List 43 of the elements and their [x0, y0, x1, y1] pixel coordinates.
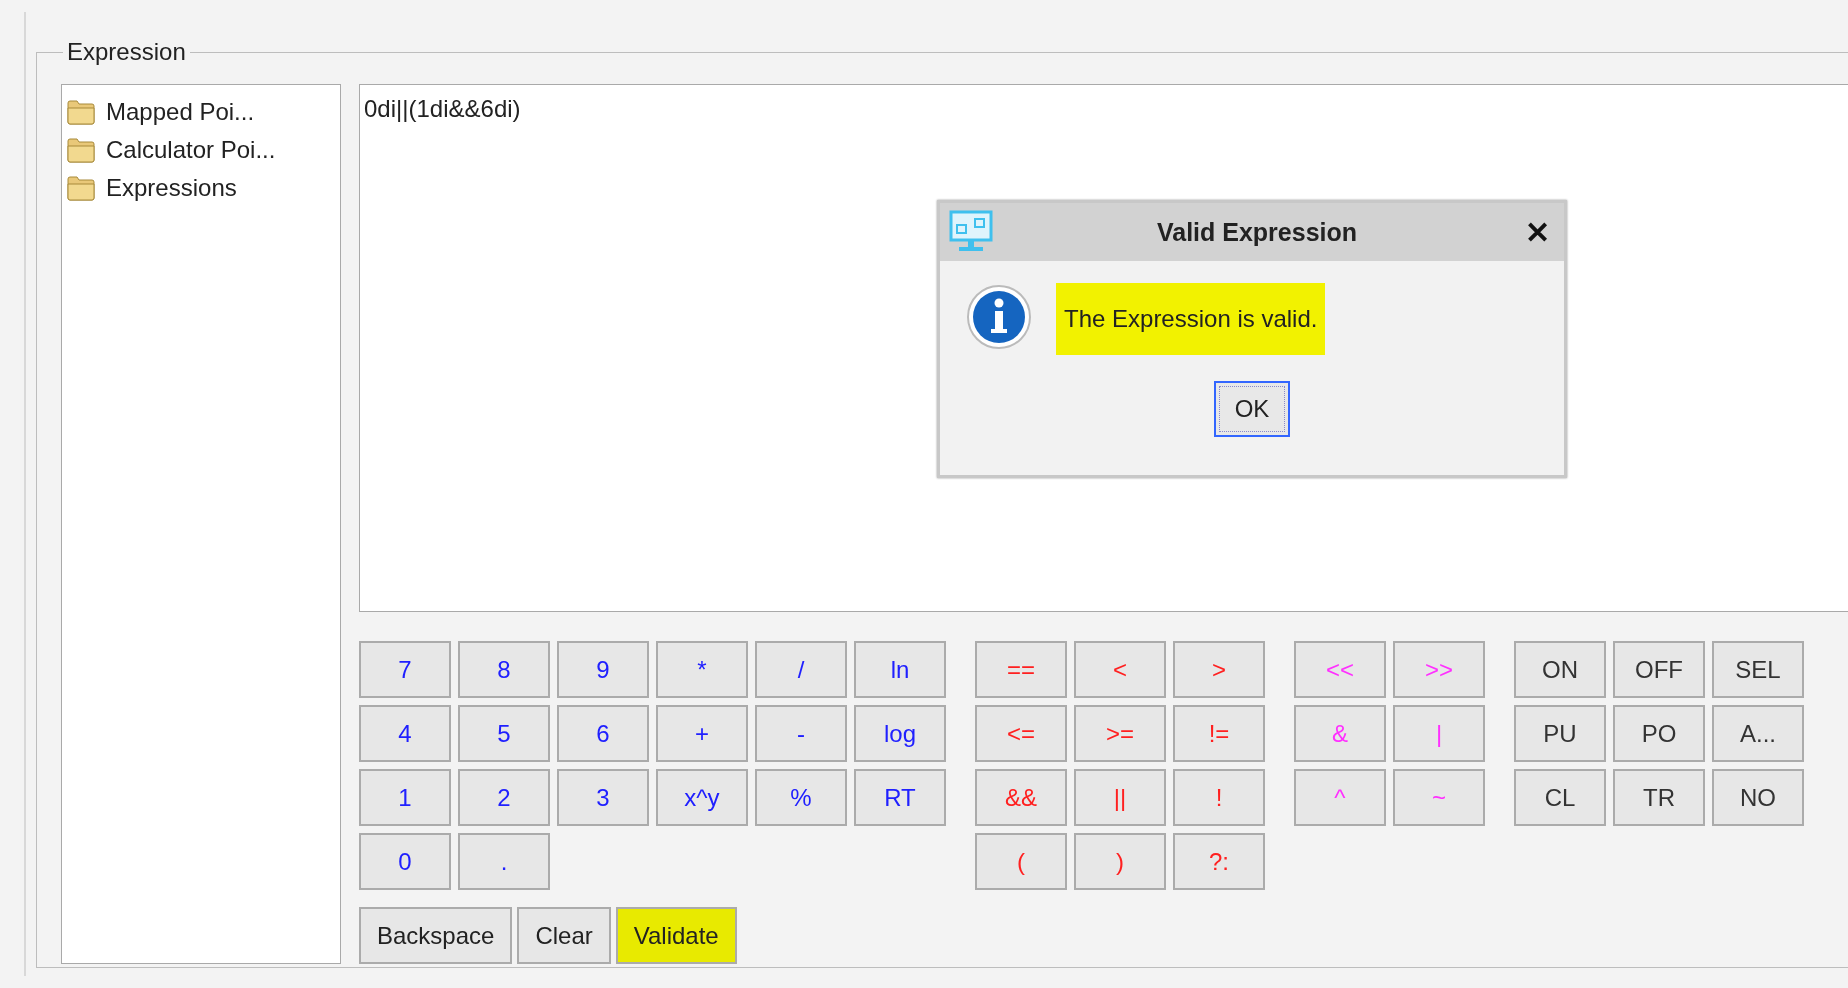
tree-item[interactable]: Mapped Poi... [106, 98, 255, 126]
key-button[interactable]: 0 [359, 833, 451, 890]
key-button[interactable]: A... [1712, 705, 1804, 762]
key-button[interactable]: 2 [458, 769, 550, 826]
group-title: Expression [66, 38, 187, 66]
key-button[interactable]: TR [1613, 769, 1705, 826]
key-button[interactable]: 6 [557, 705, 649, 762]
key-button[interactable]: CL [1514, 769, 1606, 826]
key-button[interactable]: PO [1613, 705, 1705, 762]
key-button[interactable]: NO [1712, 769, 1804, 826]
key-button[interactable]: * [656, 641, 748, 698]
key-button[interactable]: log [854, 705, 946, 762]
key-button[interactable]: 9 [557, 641, 649, 698]
key-button[interactable]: 8 [458, 641, 550, 698]
action-button[interactable]: Backspace [359, 907, 513, 964]
key-button[interactable]: PU [1514, 705, 1606, 762]
action-button[interactable]: Validate [615, 907, 737, 964]
key-button[interactable]: ln [854, 641, 946, 698]
close-icon[interactable]: ✕ [1520, 214, 1554, 250]
folder-icon [66, 137, 96, 163]
ok-button[interactable]: OK [1214, 381, 1290, 437]
key-button[interactable]: 7 [359, 641, 451, 698]
tree-item[interactable]: Calculator Poi... [106, 136, 276, 164]
key-button[interactable]: OFF [1613, 641, 1705, 698]
key-button[interactable]: 5 [458, 705, 550, 762]
key-button[interactable]: + [656, 705, 748, 762]
dialog-message: The Expression is valid. [1056, 283, 1326, 355]
key-button[interactable]: 1 [359, 769, 451, 826]
key-button[interactable]: - [755, 705, 847, 762]
key-button[interactable]: . [458, 833, 550, 890]
folder-icon [66, 99, 96, 125]
key-button[interactable]: 3 [557, 769, 649, 826]
tree-item[interactable]: Expressions [106, 174, 237, 202]
key-button[interactable]: SEL [1712, 641, 1804, 698]
key-button[interactable]: / [755, 641, 847, 698]
folder-icon [66, 175, 96, 201]
key-button[interactable]: 4 [359, 705, 451, 762]
action-button[interactable]: Clear [517, 907, 611, 964]
key-button[interactable]: RT [854, 769, 946, 826]
dialog-title: Valid Expression [1155, 217, 1359, 247]
key-button[interactable]: ON [1514, 641, 1606, 698]
key-button[interactable]: x^y [656, 769, 748, 826]
key-button[interactable]: % [755, 769, 847, 826]
